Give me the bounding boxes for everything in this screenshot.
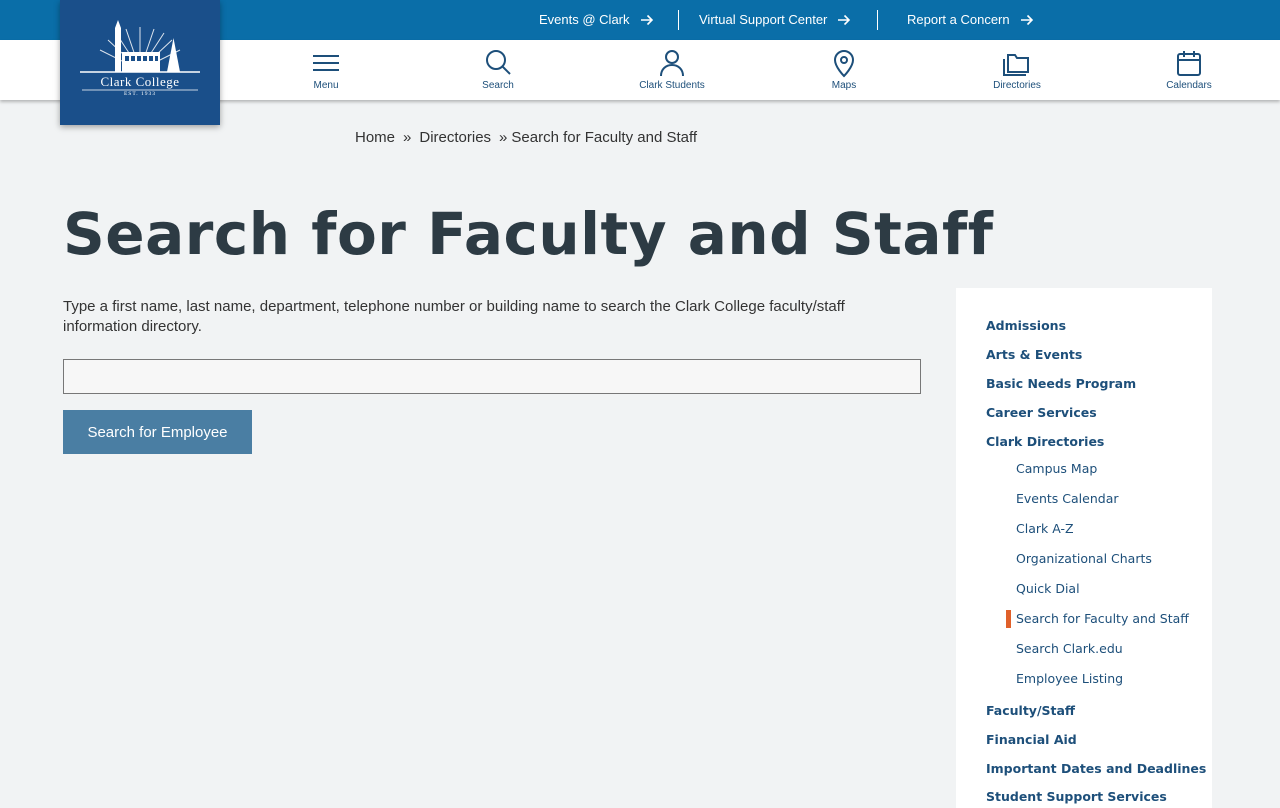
- arrow-right-icon: [640, 14, 653, 26]
- sidebar-subitem-events-calendar[interactable]: Events Calendar: [1016, 491, 1119, 506]
- sidebar-subitem-search-clark-edu[interactable]: Search Clark.edu: [1016, 641, 1123, 656]
- sidebar-item-faculty-staff[interactable]: Faculty/Staff: [986, 703, 1075, 718]
- breadcrumb: Home » Directories » Search for Faculty …: [355, 129, 697, 146]
- nav-menu[interactable]: Menu: [271, 40, 381, 100]
- divider: [678, 10, 679, 30]
- menu-icon: [313, 55, 339, 71]
- sidebar-item-clark-directories[interactable]: Clark Directories: [986, 434, 1104, 449]
- breadcrumb-separator: »: [403, 129, 412, 146]
- sidebar-item-basic-needs[interactable]: Basic Needs Program: [986, 376, 1136, 391]
- breadcrumb-home[interactable]: Home: [355, 129, 395, 146]
- sidebar-item-student-support[interactable]: Student Support Services: [986, 789, 1167, 804]
- current-page-marker: [1006, 610, 1011, 628]
- employee-search-input[interactable]: [63, 359, 921, 394]
- breadcrumb-current: Search for Faculty and Staff: [511, 129, 698, 146]
- breadcrumb-directories[interactable]: Directories: [419, 129, 491, 146]
- arrow-right-icon: [1020, 14, 1033, 26]
- nav-directories[interactable]: Directories: [962, 40, 1072, 100]
- nav-search[interactable]: Search: [443, 40, 553, 100]
- virtual-support-link[interactable]: Virtual Support Center: [699, 0, 851, 40]
- sidebar-item-financial-aid[interactable]: Financial Aid: [986, 732, 1077, 747]
- nav-calendars[interactable]: Calendars: [1134, 40, 1244, 100]
- clark-college-logo[interactable]: Clark College EST. 1933: [60, 0, 220, 125]
- sidebar-nav: Admissions Arts & Events Basic Needs Pro…: [956, 288, 1212, 808]
- nav-search-label: Search: [482, 80, 514, 91]
- nav-directories-label: Directories: [993, 80, 1041, 91]
- sidebar-subitem-campus-map[interactable]: Campus Map: [1016, 461, 1097, 476]
- nav-clark-students-label: Clark Students: [639, 80, 705, 91]
- search-icon: [486, 50, 511, 75]
- search-for-employee-button[interactable]: Search for Employee: [63, 410, 252, 454]
- sidebar-subitem-quick-dial[interactable]: Quick Dial: [1016, 581, 1080, 596]
- events-link-label: Events @ Clark: [539, 12, 630, 27]
- sidebar-subitem-employee-listing[interactable]: Employee Listing: [1016, 671, 1123, 686]
- calendar-icon: [1177, 51, 1201, 76]
- nav-maps[interactable]: Maps: [789, 40, 899, 100]
- page-title: Search for Faculty and Staff: [63, 200, 994, 268]
- sidebar-subitem-search-faculty-staff[interactable]: Search for Faculty and Staff: [1016, 611, 1189, 626]
- sidebar-item-career-services[interactable]: Career Services: [986, 405, 1097, 420]
- sidebar-subitem-org-charts[interactable]: Organizational Charts: [1016, 551, 1152, 566]
- breadcrumb-separator: »: [499, 129, 508, 146]
- intro-text: Type a first name, last name, department…: [63, 298, 845, 335]
- sidebar-item-admissions[interactable]: Admissions: [986, 318, 1066, 333]
- report-concern-link[interactable]: Report a Concern: [907, 0, 1034, 40]
- sidebar-item-important-dates[interactable]: Important Dates and Deadlines: [986, 761, 1206, 776]
- nav-clark-students[interactable]: Clark Students: [617, 40, 727, 100]
- nav-calendars-label: Calendars: [1166, 80, 1212, 91]
- report-concern-label: Report a Concern: [907, 12, 1010, 27]
- virtual-support-label: Virtual Support Center: [699, 12, 828, 27]
- arrow-right-icon: [838, 14, 851, 26]
- nav-maps-label: Maps: [831, 80, 857, 91]
- nav-menu-label: Menu: [313, 80, 339, 91]
- divider: [877, 10, 878, 30]
- sidebar-item-arts-events[interactable]: Arts & Events: [986, 347, 1082, 362]
- user-icon: [660, 50, 684, 77]
- sidebar-subitem-clark-a-z[interactable]: Clark A-Z: [1016, 521, 1074, 536]
- logo-graphic: Clark College EST. 1933: [80, 20, 200, 97]
- logo-est: EST. 1933: [124, 91, 156, 97]
- folder-icon: [1003, 54, 1029, 76]
- map-pin-icon: [833, 50, 855, 78]
- logo-name: Clark College: [100, 74, 179, 89]
- events-link[interactable]: Events @ Clark: [539, 0, 654, 40]
